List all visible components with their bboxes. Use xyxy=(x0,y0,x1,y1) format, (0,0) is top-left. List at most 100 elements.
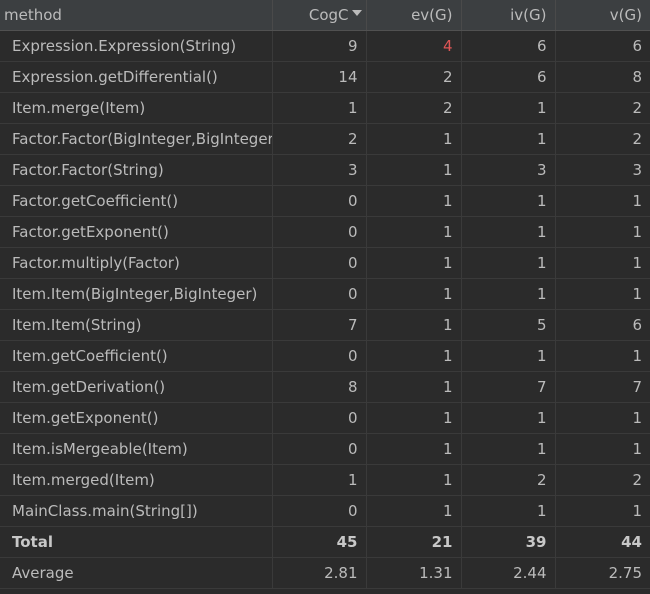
total-v: 44 xyxy=(555,526,650,558)
column-header-ev[interactable]: ev(G) xyxy=(366,0,462,31)
cell-cogc: 14 xyxy=(272,61,367,93)
cell-method: Item.merged(Item) xyxy=(0,464,273,496)
cell-cogc: 3 xyxy=(272,154,367,186)
cell-method: MainClass.main(String[]) xyxy=(0,495,273,527)
cell-method: Factor.Factor(String) xyxy=(0,154,273,186)
cell-v: 1 xyxy=(555,185,650,217)
table-row[interactable]: Item.Item(BigInteger,BigInteger) 0 1 1 1 xyxy=(0,278,650,310)
cell-v: 8 xyxy=(555,61,650,93)
cell-cogc: 0 xyxy=(272,185,367,217)
cell-v: 1 xyxy=(555,495,650,527)
column-header-method[interactable]: method xyxy=(0,0,273,31)
cell-cogc: 0 xyxy=(272,495,367,527)
cell-iv: 1 xyxy=(461,123,556,155)
cell-cogc: 9 xyxy=(272,30,367,62)
column-header-method-label: method xyxy=(4,6,62,24)
cell-iv: 1 xyxy=(461,495,556,527)
column-header-v-label: v(G) xyxy=(609,6,642,24)
cell-cogc: 0 xyxy=(272,402,367,434)
cell-iv: 1 xyxy=(461,247,556,279)
table-row[interactable]: Factor.getExponent() 0 1 1 1 xyxy=(0,216,650,248)
cell-iv: 1 xyxy=(461,402,556,434)
cell-method: Item.getDerivation() xyxy=(0,371,273,403)
cell-ev: 1 xyxy=(366,278,462,310)
table-row[interactable]: Expression.Expression(String) 9 4 6 6 xyxy=(0,30,650,62)
metrics-table: method CogC ev(G) iv(G) v(G) Expression.… xyxy=(0,0,650,589)
average-ev: 1.31 xyxy=(366,557,462,589)
cell-method: Factor.multiply(Factor) xyxy=(0,247,273,279)
table-row[interactable]: Factor.getCoefficient() 0 1 1 1 xyxy=(0,185,650,217)
table-row[interactable]: Item.getExponent() 0 1 1 1 xyxy=(0,402,650,434)
cell-cogc: 8 xyxy=(272,371,367,403)
column-header-cogc-label: CogC xyxy=(308,6,349,24)
cell-iv: 3 xyxy=(461,154,556,186)
table-row[interactable]: Item.merge(Item) 1 2 1 2 xyxy=(0,92,650,124)
cell-ev: 1 xyxy=(366,216,462,248)
cell-method: Item.isMergeable(Item) xyxy=(0,433,273,465)
table-row[interactable]: Expression.getDifferential() 14 2 6 8 xyxy=(0,61,650,93)
cell-cogc: 0 xyxy=(272,216,367,248)
cell-iv: 1 xyxy=(461,433,556,465)
table-row[interactable]: Item.merged(Item) 1 1 2 2 xyxy=(0,464,650,496)
cell-ev: 1 xyxy=(366,247,462,279)
cell-ev: 4 xyxy=(366,30,462,62)
cell-ev: 2 xyxy=(366,92,462,124)
cell-iv: 1 xyxy=(461,92,556,124)
column-header-iv[interactable]: iv(G) xyxy=(461,0,556,31)
cell-iv: 7 xyxy=(461,371,556,403)
table-row[interactable]: Item.getDerivation() 8 1 7 7 xyxy=(0,371,650,403)
table-row[interactable]: Item.getCoefficient() 0 1 1 1 xyxy=(0,340,650,372)
cell-ev: 1 xyxy=(366,495,462,527)
cell-ev: 1 xyxy=(366,464,462,496)
cell-iv: 1 xyxy=(461,185,556,217)
table-row[interactable]: Item.isMergeable(Item) 0 1 1 1 xyxy=(0,433,650,465)
cell-ev: 1 xyxy=(366,340,462,372)
cell-ev: 1 xyxy=(366,371,462,403)
total-iv: 39 xyxy=(461,526,556,558)
total-row[interactable]: Total 45 21 39 44 xyxy=(0,526,650,558)
table-row[interactable]: Item.Item(String) 7 1 5 6 xyxy=(0,309,650,341)
cell-v: 1 xyxy=(555,278,650,310)
cell-cogc: 2 xyxy=(272,123,367,155)
cell-ev: 1 xyxy=(366,309,462,341)
table-row[interactable]: MainClass.main(String[]) 0 1 1 1 xyxy=(0,495,650,527)
cell-method: Item.merge(Item) xyxy=(0,92,273,124)
average-row[interactable]: Average 2.81 1.31 2.44 2.75 xyxy=(0,557,650,589)
cell-method: Expression.getDifferential() xyxy=(0,61,273,93)
cell-v: 2 xyxy=(555,464,650,496)
cell-method: Factor.getCoefficient() xyxy=(0,185,273,217)
table-row[interactable]: Factor.Factor(String) 3 1 3 3 xyxy=(0,154,650,186)
cell-cogc: 1 xyxy=(272,464,367,496)
total-cogc: 45 xyxy=(272,526,367,558)
cell-method: Item.Item(BigInteger,BigInteger) xyxy=(0,278,273,310)
cell-method: Factor.Factor(BigInteger,BigInteger) xyxy=(0,123,273,155)
cell-cogc: 7 xyxy=(272,309,367,341)
sort-descending-icon xyxy=(351,9,362,16)
cell-v: 2 xyxy=(555,123,650,155)
cell-v: 7 xyxy=(555,371,650,403)
column-header-ev-label: ev(G) xyxy=(411,6,453,24)
cell-v: 2 xyxy=(555,92,650,124)
cell-v: 1 xyxy=(555,216,650,248)
cell-cogc: 0 xyxy=(272,247,367,279)
table-row[interactable]: Factor.multiply(Factor) 0 1 1 1 xyxy=(0,247,650,279)
cell-cogc: 0 xyxy=(272,278,367,310)
table-header: method CogC ev(G) iv(G) v(G) xyxy=(0,0,650,31)
cell-ev: 1 xyxy=(366,123,462,155)
table-body: Expression.Expression(String) 9 4 6 6 Ex… xyxy=(0,30,650,589)
cell-method: Expression.Expression(String) xyxy=(0,30,273,62)
cell-cogc: 0 xyxy=(272,433,367,465)
column-header-iv-label: iv(G) xyxy=(510,6,547,24)
average-label: Average xyxy=(0,557,273,589)
cell-v: 3 xyxy=(555,154,650,186)
cell-ev: 2 xyxy=(366,61,462,93)
cell-iv: 6 xyxy=(461,61,556,93)
column-header-v[interactable]: v(G) xyxy=(555,0,650,31)
cell-iv: 1 xyxy=(461,340,556,372)
total-label: Total xyxy=(0,526,273,558)
cell-iv: 6 xyxy=(461,30,556,62)
column-header-cogc[interactable]: CogC xyxy=(272,0,367,31)
table-row[interactable]: Factor.Factor(BigInteger,BigInteger) 2 1… xyxy=(0,123,650,155)
cell-v: 6 xyxy=(555,309,650,341)
total-ev: 21 xyxy=(366,526,462,558)
